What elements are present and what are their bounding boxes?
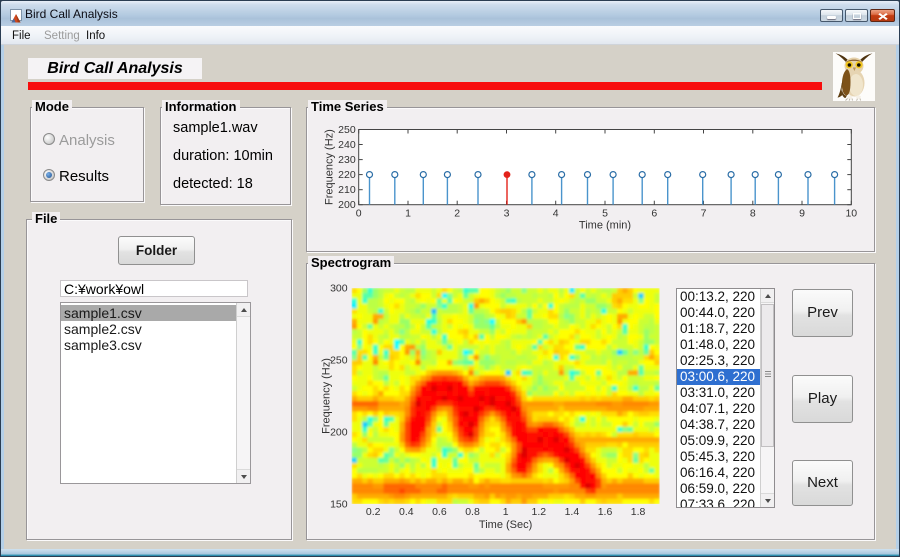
svg-text:0.2: 0.2 [366,506,381,518]
svg-text:3: 3 [504,208,510,220]
svg-text:Frequency (Hz): Frequency (Hz) [321,358,333,434]
svg-text:200: 200 [338,199,356,211]
svg-text:1.4: 1.4 [565,506,580,518]
svg-text:210: 210 [338,184,356,196]
svg-text:4: 4 [553,208,559,220]
svg-text:8: 8 [750,208,756,220]
svg-text:0.8: 0.8 [465,506,480,518]
svg-text:10: 10 [845,208,857,220]
svg-text:9: 9 [799,208,805,220]
svg-text:1: 1 [503,506,509,518]
svg-text:Frequency (Hz): Frequency (Hz) [324,129,336,205]
svg-text:300: 300 [330,283,348,295]
svg-text:1.6: 1.6 [598,506,613,518]
svg-text:150: 150 [330,499,348,511]
svg-text:7: 7 [701,208,707,220]
svg-text:2: 2 [454,208,460,220]
svg-text:1.8: 1.8 [631,506,646,518]
svg-text:1.2: 1.2 [531,506,546,518]
svg-text:0.4: 0.4 [399,506,414,518]
svg-text:200: 200 [330,427,348,439]
svg-text:6: 6 [651,208,657,220]
svg-text:0: 0 [356,208,362,220]
svg-text:5: 5 [602,208,608,220]
svg-text:Time (Sec): Time (Sec) [479,519,532,531]
svg-text:250: 250 [330,355,348,367]
svg-text:0.6: 0.6 [432,506,447,518]
svg-text:Time (min): Time (min) [579,220,631,232]
svg-text:230: 230 [338,154,356,166]
svg-text:240: 240 [338,139,356,151]
svg-text:1: 1 [405,208,411,220]
svg-text:220: 220 [338,169,356,181]
svg-text:250: 250 [338,124,356,136]
